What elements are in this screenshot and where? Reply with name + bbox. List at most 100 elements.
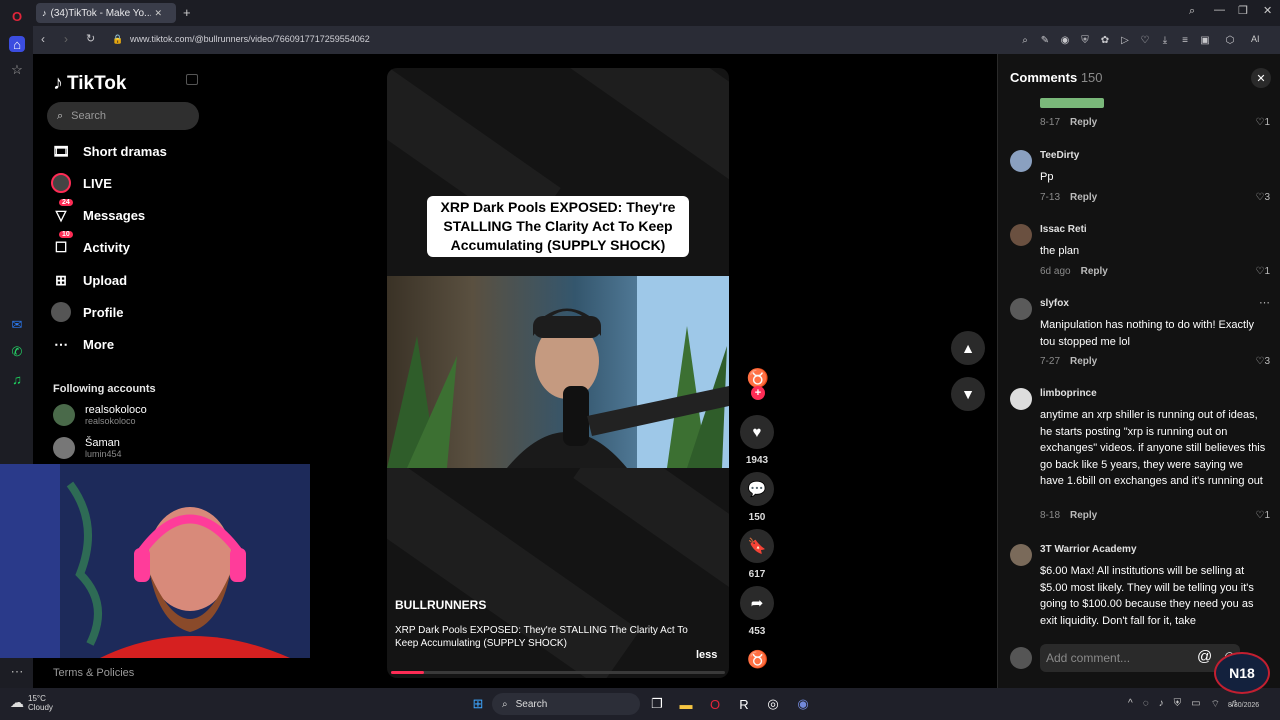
save-action[interactable]: 🔖 617 xyxy=(739,529,775,580)
reply-button[interactable]: Reply xyxy=(1070,117,1097,128)
comment-bubble-icon[interactable]: 💬 xyxy=(740,472,774,506)
nav-short-dramas[interactable]: 🎞 Short dramas xyxy=(51,138,167,164)
tab-search-icon[interactable]: ⌕ xyxy=(1189,5,1195,18)
comment-username[interactable]: TeeDirty xyxy=(1040,150,1079,161)
weather-widget[interactable]: ☁ 15°C Cloudy xyxy=(10,694,53,712)
back-icon[interactable]: ‹ xyxy=(41,32,45,46)
menu-icon[interactable]: ≡ xyxy=(1179,34,1191,46)
reply-button[interactable]: Reply xyxy=(1070,510,1097,521)
video-progress-bar[interactable] xyxy=(391,671,725,674)
taskbar-search[interactable]: ⌕ Search xyxy=(492,693,640,715)
ai-button[interactable]: AI xyxy=(1251,34,1260,44)
taskbar-date[interactable]: 8/30/2026 xyxy=(1228,702,1259,709)
avatar[interactable] xyxy=(1010,544,1032,566)
collapse-sidebar-icon[interactable] xyxy=(186,74,198,85)
comment-username[interactable]: slyfox xyxy=(1040,298,1069,309)
wifi-icon[interactable]: ⌔ xyxy=(1211,698,1220,711)
share-action[interactable]: ➦ 453 xyxy=(739,586,775,637)
tab-close-icon[interactable]: ✕ xyxy=(155,8,163,19)
reply-button[interactable]: Reply xyxy=(1070,356,1097,367)
heart-icon[interactable]: ♡ xyxy=(1139,34,1151,46)
app-icon[interactable]: R xyxy=(735,695,753,713)
maximize-icon[interactable]: ❐ xyxy=(1238,4,1248,17)
close-comments-button[interactable]: ✕ xyxy=(1251,68,1271,88)
share-arrow-icon[interactable]: ➦ xyxy=(740,586,774,620)
tray-chevron-icon[interactable]: ^ xyxy=(1128,698,1133,711)
nav-live[interactable]: LIVE xyxy=(51,170,112,196)
avatar[interactable] xyxy=(1010,150,1032,172)
comment-username[interactable]: limboprince xyxy=(1040,388,1097,399)
opera-taskbar-icon[interactable]: O xyxy=(706,695,724,713)
nav-more[interactable]: ⋯ More xyxy=(51,331,114,357)
comment-like[interactable]: ♡1 xyxy=(1255,117,1270,128)
whatsapp-icon[interactable]: ✆ xyxy=(9,344,25,360)
reply-button[interactable]: Reply xyxy=(1070,192,1097,203)
comment-username[interactable]: Issac Reti xyxy=(1040,224,1087,235)
discord-icon[interactable]: ◉ xyxy=(794,695,812,713)
previous-video-button[interactable]: ▲ xyxy=(951,331,985,365)
film-icon: 🎞 xyxy=(52,142,70,159)
home-icon[interactable]: ⌂ xyxy=(9,36,25,52)
cube-icon[interactable]: ⬡ xyxy=(1224,34,1236,46)
obs-icon[interactable]: ◎ xyxy=(764,695,782,713)
avatar[interactable] xyxy=(1010,224,1032,246)
file-explorer-icon[interactable]: ▬ xyxy=(677,695,695,713)
windows-start-icon[interactable]: ⊞ xyxy=(469,695,487,713)
comments-panel: Comments 150 ✕ 8-17 Reply ♡1 TeeDirty Pp … xyxy=(997,54,1280,688)
close-window-icon[interactable]: ✕ xyxy=(1263,4,1272,17)
task-view-icon[interactable]: ❐ xyxy=(648,695,666,713)
sound-disc-icon[interactable]: ♉ xyxy=(747,650,768,670)
wallet-icon[interactable]: ▣ xyxy=(1199,34,1211,46)
video-player[interactable]: XRP Dark Pools EXPOSED: They're STALLING… xyxy=(387,68,729,678)
minimize-icon[interactable]: — xyxy=(1214,4,1225,16)
display-icon[interactable]: ▭ xyxy=(1191,698,1200,711)
next-video-button[interactable]: ▼ xyxy=(951,377,985,411)
heart-icon[interactable]: ♥ xyxy=(740,415,774,449)
comment-action[interactable]: 💬 150 xyxy=(739,472,775,523)
zoom-icon[interactable]: ⌕ xyxy=(1019,34,1031,46)
tab-tiktok[interactable]: ♪ (34)TikTok - Make Yo... ✕ xyxy=(36,3,176,23)
messenger-icon[interactable]: ✉ xyxy=(9,317,25,333)
opera-logo-icon[interactable]: O xyxy=(9,8,25,24)
comment-like[interactable]: ♡1 xyxy=(1255,510,1270,521)
sidebar-more-icon[interactable]: ⋯ xyxy=(9,664,25,680)
shield-tray-icon[interactable]: ⛨ xyxy=(1174,698,1182,711)
download-icon[interactable]: ⤓ xyxy=(1159,34,1171,46)
mention-icon[interactable]: @ xyxy=(1197,648,1212,665)
terms-link[interactable]: Terms & Policies xyxy=(53,667,134,679)
video-author[interactable]: BULLRUNNERS xyxy=(395,598,486,612)
follow-plus-button[interactable]: + xyxy=(751,386,765,400)
mic-icon[interactable]: ♪ xyxy=(1159,698,1164,711)
tiktok-logo[interactable]: ♪ TikTok xyxy=(53,72,126,95)
comment-like[interactable]: ♡3 xyxy=(1255,356,1270,367)
comment-more-icon[interactable]: ⋯ xyxy=(1259,296,1270,309)
comment-username[interactable]: 3T Warrior Academy xyxy=(1040,544,1137,555)
reload-icon[interactable]: ↻ xyxy=(86,32,95,45)
avatar[interactable] xyxy=(1010,388,1032,410)
extension-icon[interactable]: ✿ xyxy=(1099,34,1111,46)
edit-icon[interactable]: ✎ xyxy=(1039,34,1051,46)
new-tab-icon[interactable]: + xyxy=(183,5,191,20)
bookmarks-star-icon[interactable]: ☆ xyxy=(9,62,25,78)
like-action[interactable]: ♥ 1943 xyxy=(739,415,775,466)
shield-icon[interactable]: ⛨ xyxy=(1079,34,1091,46)
nav-activity[interactable]: ☐ 10 Activity xyxy=(51,231,130,260)
tray-app-icon[interactable]: ◌ xyxy=(1143,698,1149,711)
url-field[interactable]: www.tiktok.com/@bullrunners/video/766091… xyxy=(130,34,370,44)
camera-icon[interactable]: ◉ xyxy=(1059,34,1071,46)
nav-upload[interactable]: ⊞ Upload xyxy=(51,267,127,293)
bookmark-icon[interactable]: 🔖 xyxy=(740,529,774,563)
avatar[interactable] xyxy=(1010,298,1032,320)
forward-icon[interactable]: › xyxy=(64,32,68,46)
nav-messages[interactable]: ▽ 24 Messages xyxy=(51,199,145,228)
search-input[interactable]: ⌕ Search xyxy=(47,102,199,130)
spotify-icon[interactable]: ♫ xyxy=(9,371,25,387)
reply-button[interactable]: Reply xyxy=(1081,266,1108,277)
following-account[interactable]: realsokoloco realsokoloco xyxy=(53,400,147,430)
comment-like[interactable]: ♡1 xyxy=(1255,266,1270,277)
play-icon[interactable]: ▷ xyxy=(1119,34,1131,46)
following-account[interactable]: Šaman lumin454 xyxy=(53,433,122,463)
comment-like[interactable]: ♡3 xyxy=(1255,192,1270,203)
less-button[interactable]: less xyxy=(696,649,717,661)
nav-profile[interactable]: Profile xyxy=(51,299,123,325)
